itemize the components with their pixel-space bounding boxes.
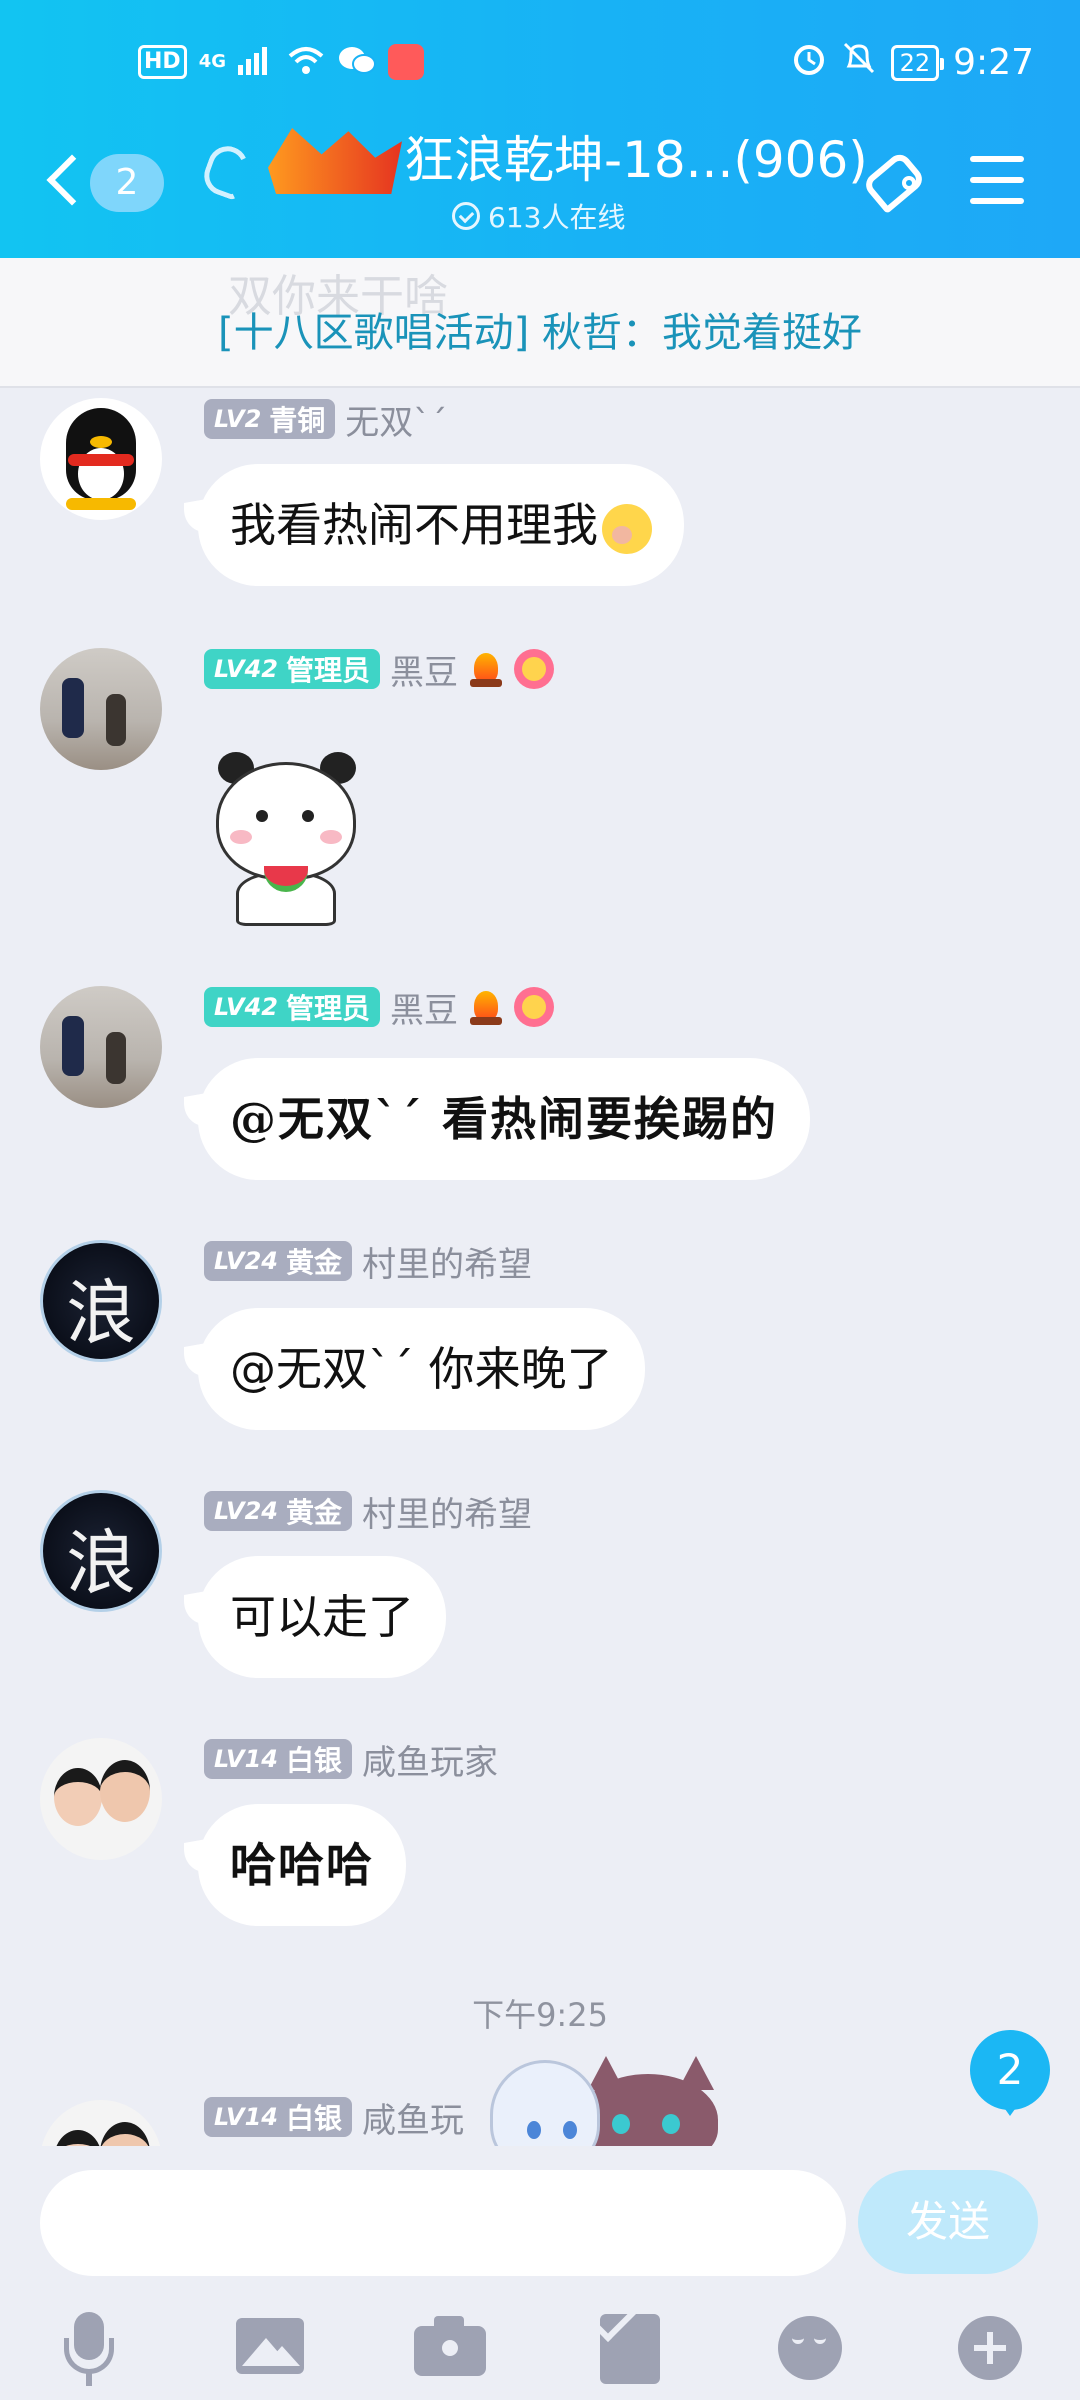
new-message-badge[interactable]: 2 (970, 2030, 1050, 2116)
input-area: 发送 (0, 2146, 1080, 2400)
avatar[interactable] (40, 1738, 162, 1860)
check-circle-icon (452, 202, 480, 230)
panda-sticker[interactable] (208, 748, 358, 926)
back-button[interactable] (42, 148, 98, 218)
level-badge: LV42 管理员 (204, 987, 380, 1027)
message-bubble[interactable]: @无双ˋˊ 看热闹要挨踢的 (198, 1058, 811, 1180)
plus-icon[interactable] (950, 2308, 1030, 2388)
flower-icon (513, 987, 554, 1027)
message-bubble[interactable]: 哈哈哈 (198, 1804, 406, 1926)
message-bubble[interactable]: 可以走了 (198, 1556, 446, 1678)
level-badge: LV24 黄金 (204, 1241, 352, 1281)
mute-bell-icon (841, 40, 877, 85)
status-bar: HD 4G 22 9:27 (0, 40, 1080, 90)
input-toolbar (0, 2293, 1080, 2398)
group-logo (268, 128, 402, 194)
announcement-bar[interactable]: 双你来干啥 [十八区歌唱活动] 秋哲：我觉着挺好 (0, 258, 1080, 388)
avatar[interactable] (40, 398, 162, 520)
level-badge: LV42 管理员 (204, 649, 380, 689)
tag-icon (861, 149, 927, 215)
network-icon: 4G (198, 51, 226, 72)
level-badge: LV24 黄金 (204, 1491, 352, 1531)
menu-button[interactable] (970, 156, 1024, 204)
group-title[interactable]: 狂浪乾坤-18...(906) (404, 128, 868, 192)
shopping-app-icon (388, 44, 424, 80)
message-bubble[interactable]: 我看热闹不用理我 (198, 464, 684, 586)
online-count[interactable]: 613人在线 (452, 196, 625, 236)
emoji-icon[interactable] (770, 2308, 850, 2388)
level-badge: LV14 白银 (204, 1739, 352, 1779)
signal-icon (238, 45, 274, 79)
avatar[interactable]: 浪 (40, 1490, 162, 1612)
online-text: 613人在线 (488, 201, 626, 234)
wifi-icon (286, 44, 326, 80)
send-button[interactable]: 发送 (858, 2170, 1038, 2274)
unread-count-badge[interactable]: 2 (90, 154, 164, 212)
message-bubble[interactable]: @无双ˋˊ 你来晚了 (198, 1308, 645, 1430)
nickname[interactable]: 咸鱼玩 (362, 2096, 464, 2142)
time-divider: 下午9:25 (472, 1996, 608, 2034)
avatar[interactable] (40, 648, 162, 770)
nickname[interactable]: 咸鱼玩家 (362, 1735, 498, 1784)
level-badge: LV2 青铜 (204, 399, 336, 439)
nickname[interactable]: 村里的希望 (362, 1487, 532, 1536)
avatar[interactable]: 浪 (40, 1240, 162, 1362)
fire-icon (468, 989, 504, 1025)
level-badge: LV14 白银 (204, 2097, 352, 2137)
camera-icon[interactable] (410, 2308, 490, 2388)
nickname[interactable]: 黑豆 (390, 645, 458, 694)
nickname[interactable]: 无双ˋˊ (345, 395, 447, 444)
alarm-icon (791, 40, 827, 85)
shy-emoji-icon (602, 503, 652, 554)
image-icon[interactable] (230, 2308, 310, 2388)
announcement-text[interactable]: [十八区歌唱活动] 秋哲：我觉着挺好 (0, 300, 1080, 358)
red-packet-icon[interactable] (590, 2293, 670, 2388)
nickname[interactable]: 村里的希望 (362, 1237, 532, 1286)
avatar[interactable] (40, 986, 162, 1108)
tag-button[interactable] (860, 149, 930, 220)
microphone-icon[interactable] (50, 2308, 130, 2388)
fire-icon (468, 651, 504, 687)
avatar[interactable] (40, 2100, 162, 2146)
battery-icon: 22 (890, 44, 944, 81)
hd-icon: HD (138, 45, 187, 79)
status-time: 9:27 (953, 42, 1034, 83)
wechat-icon (338, 44, 376, 80)
message-input[interactable] (40, 2170, 846, 2276)
chat-header: HD 4G 22 9:27 2 狂浪乾坤-18...(906) 613人在线 (0, 0, 1080, 258)
ear-icon[interactable] (198, 140, 254, 202)
flower-icon (513, 649, 554, 689)
nickname[interactable]: 黑豆 (390, 983, 458, 1032)
